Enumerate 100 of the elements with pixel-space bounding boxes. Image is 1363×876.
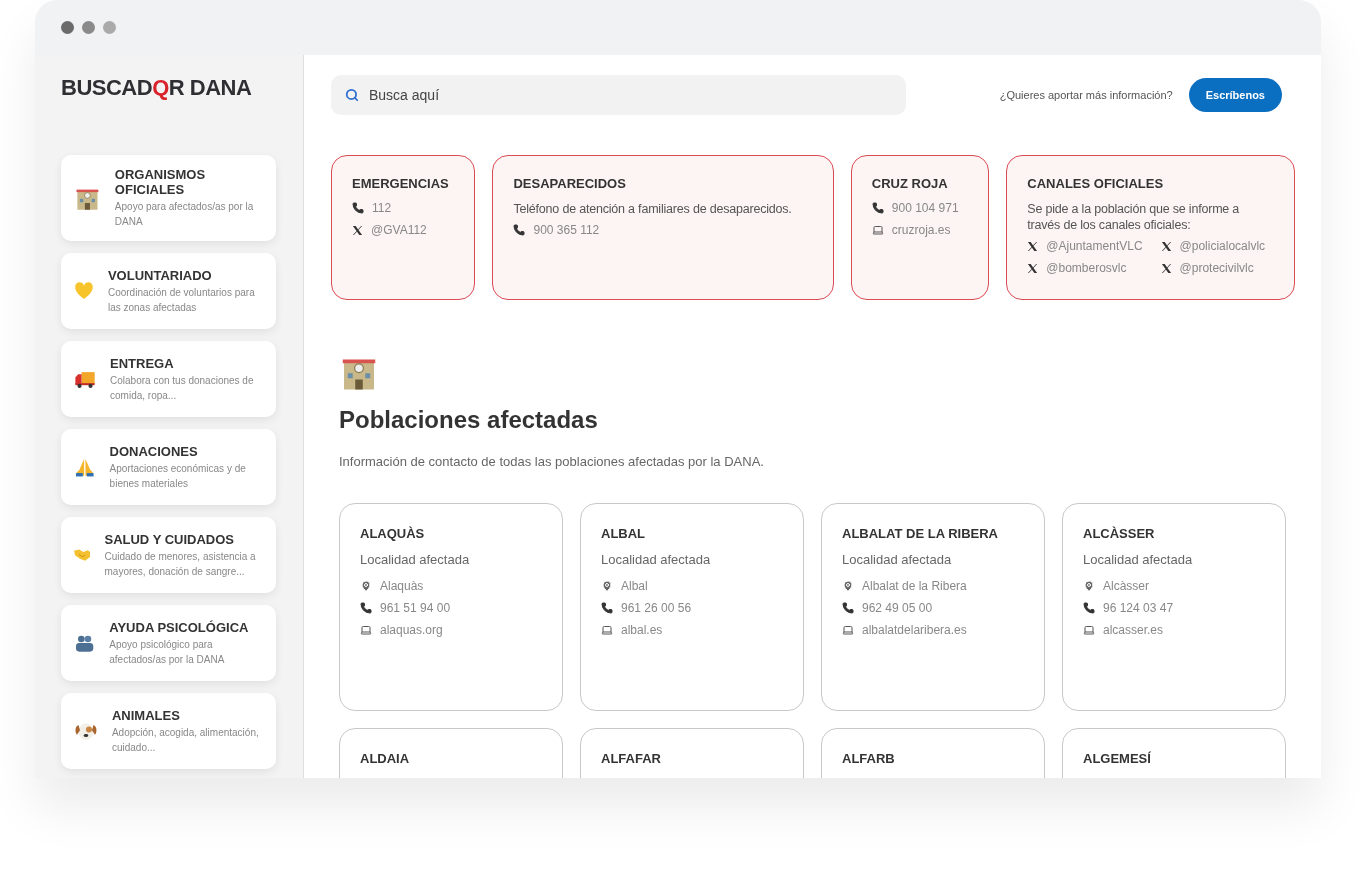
- contact-item[interactable]: 961 26 00 56: [601, 601, 692, 615]
- phone-icon: [842, 602, 854, 614]
- phone-icon: [360, 602, 372, 614]
- town-card[interactable]: ALBAL Localidad afectada Albal 961 26 00 56 albal.es: [580, 503, 804, 711]
- town-name: ALCÀSSER: [1083, 526, 1156, 541]
- town-card[interactable]: ALCÀSSER Localidad afectada Alcàsser 96 124 03 47 alcasser.es: [1062, 503, 1286, 711]
- card-text: Teléfono de atención a familiares de desaparecidos.: [513, 201, 793, 217]
- category-card[interactable]: ORGANISMOS OFICIALES Apoyo para afectados/as por la DANA: [61, 155, 276, 241]
- category-card[interactable]: VOLUNTARIADO Coordinación de voluntarios para las zonas afectadas: [61, 253, 276, 329]
- town-name: ALBALAT DE LA RIBERA: [842, 526, 999, 541]
- phone-icon: [1083, 602, 1095, 614]
- contact-item[interactable]: albalatdelaribera.es: [842, 623, 967, 637]
- window-dot[interactable]: [82, 21, 95, 34]
- category-description: Apoyo para afectados/as por la DANA: [114, 200, 255, 229]
- section-title: Poblaciones afectadas: [339, 406, 599, 434]
- contact-item[interactable]: alaquas.org: [360, 623, 451, 637]
- category-card[interactable]: ANIMALES Adopción, acogida, alimentación, cuidado...: [61, 693, 276, 769]
- category-title: ENTREGA: [110, 355, 175, 371]
- category-title: ANIMALES: [111, 707, 181, 723]
- search-icon: [345, 88, 359, 102]
- category-card[interactable]: SALUD Y CUIDADOS Cuidado de menores, asistencia a mayores, donación de sangre...: [61, 517, 276, 593]
- contact-item[interactable]: @AjuntamentVLC: [1027, 239, 1143, 253]
- contact-item[interactable]: alcasser.es: [1083, 623, 1174, 637]
- window-dot[interactable]: [61, 21, 74, 34]
- laptop-icon: [842, 624, 854, 636]
- town-subtitle: Localidad afectada: [601, 552, 712, 567]
- contact-item[interactable]: Albalat de la Ribera: [842, 579, 967, 593]
- town-card[interactable]: ALDAIA: [339, 728, 563, 778]
- contact-item[interactable]: @bomberosvlc: [1027, 261, 1143, 275]
- town-name: ALFARB: [842, 751, 896, 766]
- town-subtitle: Localidad afectada: [1083, 552, 1194, 567]
- category-title: DONACIONES: [109, 443, 199, 459]
- contact-item[interactable]: 96 124 03 47: [1083, 601, 1174, 615]
- town-name: ALBAL: [601, 526, 647, 541]
- town-card[interactable]: ALGEMESÍ: [1062, 728, 1286, 778]
- category-title: AYUDA PSICOLÓGICA: [109, 619, 250, 635]
- category-description: Apoyo psicológico para afectados/as por la DANA: [109, 637, 226, 667]
- map-pin-icon: [1083, 580, 1095, 592]
- town-card[interactable]: ALBALAT DE LA RIBERA Localidad afectada Albalat de la Ribera 962 49 05 00 albalatdelaribera.es: [821, 503, 1045, 711]
- category-card[interactable]: ENTREGA Colabora con tus donaciones de comida, ropa...: [61, 341, 276, 417]
- town-name: ALAQUÀS: [360, 526, 426, 541]
- contact-item[interactable]: 900 365 112: [513, 223, 600, 237]
- map-pin-icon: [601, 580, 613, 592]
- category-title: ORGANISMOS OFICIALES: [114, 167, 207, 197]
- town-card[interactable]: ALAQUÀS Localidad afectada Alaquàs 961 51 94 00 alaquas.org: [339, 503, 563, 711]
- card-text: Se pide a la población que se informe a través de los canales oficiales:: [1027, 201, 1241, 233]
- category-description: Coordinación de voluntarios para las zonas afectadas: [107, 285, 256, 315]
- laptop-icon: [871, 224, 884, 236]
- contact-item[interactable]: @protecivilvlc: [1160, 261, 1266, 275]
- contact-item[interactable]: @policialocalvlc: [1160, 239, 1266, 253]
- contact-item[interactable]: Alaquàs: [360, 579, 451, 593]
- contact-item[interactable]: 112: [352, 201, 427, 215]
- town-name: ALFAFAR: [601, 751, 662, 766]
- phone-icon: [513, 224, 526, 236]
- town-subtitle: Localidad afectada: [842, 552, 953, 567]
- category-description: Colabora con tus donaciones de comida, ropa...: [110, 373, 255, 403]
- search-input[interactable]: Busca aquí: [367, 86, 906, 104]
- card-title: DESAPARECIDOS: [513, 176, 627, 191]
- contact-item[interactable]: albal.es: [601, 623, 692, 637]
- category-card[interactable]: AYUDA PSICOLÓGICA Apoyo psicológico para afectados/as por la DANA: [61, 605, 276, 681]
- contact-item[interactable]: 900 104 971: [871, 201, 959, 215]
- category-title: SALUD Y CUIDADOS: [104, 531, 236, 547]
- write-us-button[interactable]: Escríbenos: [1188, 78, 1282, 112]
- contact-item[interactable]: Alcàsser: [1083, 579, 1174, 593]
- contact-item[interactable]: 962 49 05 00: [842, 601, 967, 615]
- town-name: ALDAIA: [360, 751, 411, 766]
- category-card[interactable]: DONACIONES Aportaciones económicas y de bienes materiales: [61, 429, 276, 505]
- card-title: CRUZ ROJA: [871, 176, 949, 191]
- laptop-icon: [360, 624, 372, 636]
- town-card[interactable]: ALFAFAR: [580, 728, 804, 778]
- map-pin-icon: [842, 580, 854, 592]
- category-title: VOLUNTARIADO: [107, 267, 213, 283]
- x-logo-icon: [352, 224, 363, 236]
- town-card[interactable]: ALFARB: [821, 728, 1045, 778]
- window-dot[interactable]: [103, 21, 116, 34]
- laptop-icon: [1083, 624, 1095, 636]
- town-subtitle: Localidad afectada: [360, 552, 471, 567]
- x-logo-icon: [1160, 262, 1172, 274]
- card-title: CANALES OFICIALES: [1027, 176, 1165, 191]
- logo[interactable]: BUSCADQR DANA: [61, 75, 276, 101]
- contact-prompt: ¿Quieres aportar más información?: [999, 89, 1173, 101]
- contact-item[interactable]: @GVA112: [352, 223, 427, 237]
- x-logo-icon: [1160, 240, 1172, 252]
- category-description: Adopción, acogida, alimentación, cuidado...: [111, 725, 260, 755]
- town-name: ALGEMESÍ: [1083, 751, 1152, 766]
- category-description: Aportaciones económicas y de bienes materiales: [109, 461, 247, 491]
- search-field[interactable]: Busca aquí: [331, 75, 906, 115]
- map-pin-icon: [360, 580, 372, 592]
- contact-item[interactable]: 961 51 94 00: [360, 601, 451, 615]
- phone-icon: [352, 202, 364, 214]
- card-title: EMERGENCIAS: [352, 176, 450, 191]
- phone-icon: [871, 202, 884, 214]
- x-logo-icon: [1027, 262, 1039, 274]
- contact-item[interactable]: Albal: [601, 579, 692, 593]
- phone-icon: [601, 602, 613, 614]
- x-logo-icon: [1027, 240, 1039, 252]
- laptop-icon: [601, 624, 613, 636]
- section-description: Información de contacto de todas las poblaciones afectadas por la DANA.: [339, 454, 765, 469]
- contact-item[interactable]: cruzroja.es: [871, 223, 959, 237]
- category-description: Cuidado de menores, asistencia a mayores, donación de sangre...: [104, 549, 257, 579]
